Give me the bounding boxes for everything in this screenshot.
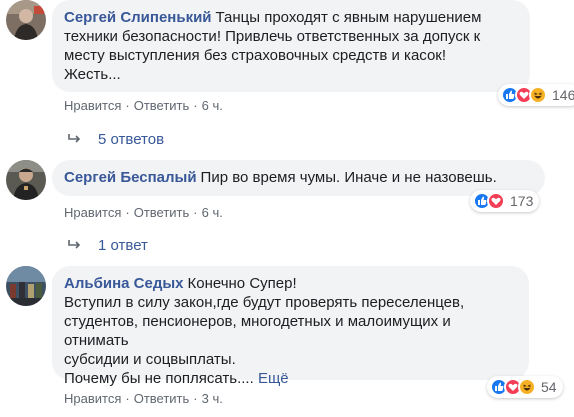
like-link[interactable]: Нравится	[64, 98, 121, 113]
timestamp-link[interactable]: 6 ч.	[202, 98, 223, 113]
haha-icon	[529, 86, 547, 104]
separator-dot: ·	[193, 205, 198, 220]
comment-bubble: Сергей Слипенький Танцы проходят с явным …	[52, 0, 530, 92]
reply-arrow-icon	[68, 240, 81, 249]
reactions-summary[interactable]: 173	[470, 190, 540, 212]
reply-link[interactable]: Ответить	[134, 391, 190, 406]
comment-actions: Нравится · Ответить · 6 ч.	[64, 98, 223, 113]
avatar[interactable]	[6, 0, 46, 40]
reaction-count: 146	[552, 87, 574, 103]
view-replies-link[interactable]: 1 ответ	[68, 237, 148, 254]
comment-text-line: техники безопасности! Привлечь ответстве…	[64, 28, 481, 45]
comment-text-line: Почему бы не поплясать....	[64, 370, 254, 387]
comment-text-line: Пир во время чумы. Иначе и не назовешь.	[200, 169, 497, 186]
like-link[interactable]: Нравится	[64, 391, 121, 406]
reply-link[interactable]: Ответить	[134, 205, 190, 220]
timestamp-link[interactable]: 3 ч.	[202, 391, 223, 406]
haha-icon	[518, 378, 536, 396]
view-replies-link[interactable]: 5 ответов	[68, 131, 164, 148]
timestamp-link[interactable]: 6 ч.	[202, 205, 223, 220]
separator-dot: ·	[125, 98, 130, 113]
comment-text-line: Конечно Супер!	[187, 275, 297, 292]
comment-author[interactable]: Альбина Седых	[64, 275, 184, 292]
reaction-count: 173	[510, 193, 534, 209]
reactions-summary[interactable]: 54	[487, 376, 563, 398]
comment-text-line: Танцы проходят с явным нарушением	[215, 9, 482, 26]
reaction-count: 54	[541, 379, 557, 395]
reactions-summary[interactable]: 146	[498, 84, 574, 106]
comment-actions: Нравится · Ответить · 6 ч.	[64, 205, 223, 220]
comment-text-line: субсидии и соцвыплаты.	[64, 351, 236, 368]
reply-link[interactable]: Ответить	[134, 98, 190, 113]
separator-dot: ·	[125, 205, 130, 220]
comment-text-line: месту выступления без страховочных средс…	[64, 47, 447, 64]
comment-text-line: студентов, пенсионеров, многодетных и ма…	[64, 313, 451, 349]
separator-dot: ·	[193, 391, 198, 406]
replies-count: 5 ответов	[98, 131, 165, 148]
comment-text-line: Вступил в силу закон,где будут проверять…	[64, 294, 465, 311]
love-icon	[487, 192, 505, 210]
comment-bubble: Сергей Беспалый Пир во время чумы. Иначе …	[52, 160, 545, 196]
avatar[interactable]	[6, 160, 46, 200]
separator-dot: ·	[193, 98, 198, 113]
comment-author[interactable]: Сергей Слипенький	[64, 9, 212, 26]
comment-actions: Нравится · Ответить · 3 ч.	[64, 391, 223, 406]
avatar[interactable]	[6, 266, 46, 306]
replies-count: 1 ответ	[98, 237, 148, 254]
reply-arrow-icon	[68, 134, 81, 143]
like-link[interactable]: Нравится	[64, 205, 121, 220]
comment-author[interactable]: Сергей Беспалый	[64, 169, 197, 186]
comment-bubble: Альбина Седых Конечно Супер! Вступил в си…	[52, 266, 529, 387]
separator-dot: ·	[125, 391, 130, 406]
see-more-link[interactable]: Ещё	[258, 370, 289, 387]
comment-text-line: Жесть...	[64, 66, 121, 83]
